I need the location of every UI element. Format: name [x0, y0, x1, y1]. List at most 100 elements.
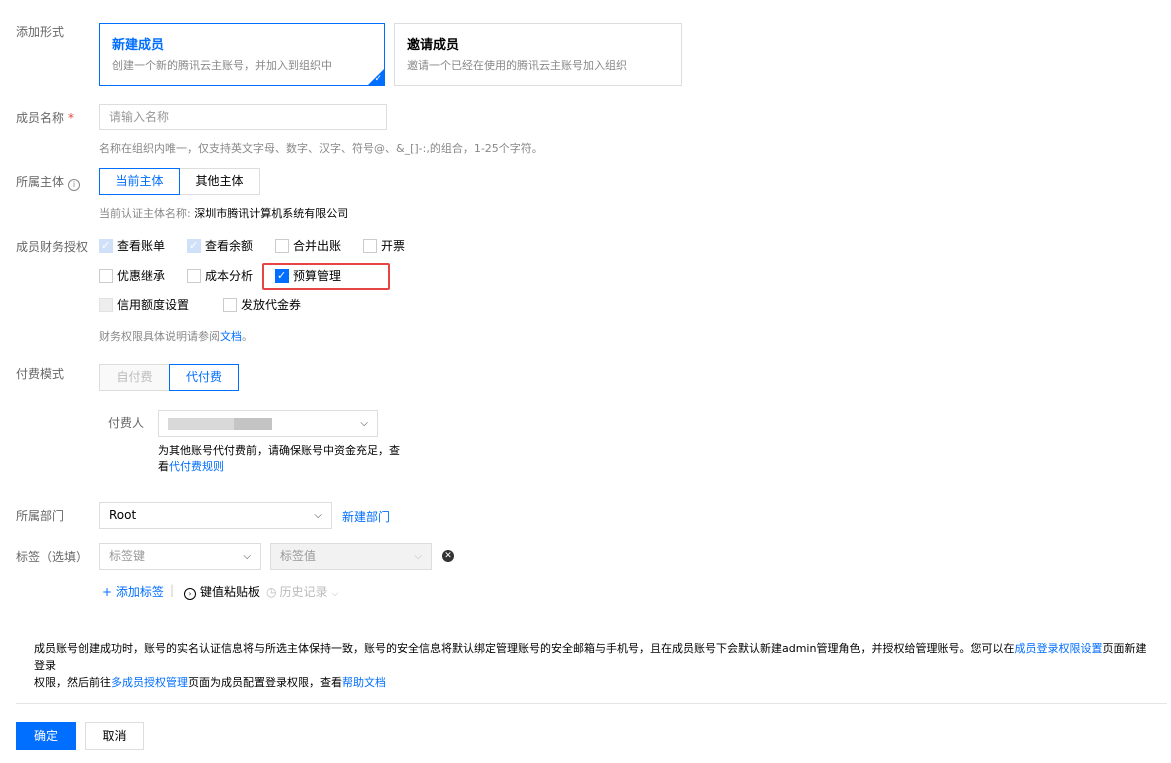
checkbox-label: 合并出账 — [293, 239, 342, 253]
check-icon: ✓ — [101, 239, 111, 252]
payer-redacted — [168, 417, 234, 430]
pay-mode-self-option: 自付费 — [99, 364, 170, 391]
finance-note: 财务权限具体说明请参阅文档。 — [99, 328, 253, 344]
checkbox-box — [99, 269, 113, 283]
chevron-down-icon: ⌵ — [243, 551, 251, 562]
payer-hint-prefix: 看 — [158, 460, 169, 473]
entity-label: 所属主体 i — [16, 174, 81, 191]
separator: | — [170, 583, 175, 597]
tags-label: 标签（选填） — [16, 550, 89, 564]
tag-value-placeholder: 标签值 — [280, 549, 317, 563]
payer-label: 付费人 — [108, 416, 145, 430]
plus-icon: + — [102, 585, 116, 599]
department-label: 所属部门 — [16, 509, 65, 523]
entity-label-text: 所属主体 — [16, 175, 65, 189]
checkbox-box — [363, 239, 377, 253]
info-icon[interactable]: i — [68, 179, 81, 191]
card-new-member-title: 新建成员 — [112, 38, 165, 53]
checkbox-label: 查看余额 — [205, 239, 254, 253]
entity-current-option[interactable]: 当前主体 — [99, 168, 180, 195]
tag-key-select[interactable]: 标签键 ⌵ — [99, 543, 261, 570]
history-icon: ◷ — [266, 585, 277, 599]
finance-note-prefix: 财务权限具体说明请参阅 — [99, 330, 220, 343]
chevron-down-icon: ⌵ — [414, 551, 422, 562]
clipboard-text: 键值粘贴板 — [200, 585, 261, 599]
tag-key-placeholder: 标签键 — [109, 549, 146, 563]
divider — [16, 703, 1167, 704]
checkbox-box: ✓ — [99, 239, 113, 253]
finance-cost-analysis-checkbox[interactable]: 成本分析 — [187, 268, 253, 284]
payer-hint-line: 看代付费规则 — [158, 459, 408, 475]
finance-voucher-checkbox[interactable]: 发放代金券 — [223, 297, 301, 313]
chevron-down-icon: ⌵ — [360, 418, 368, 429]
notice-part: 权限，然后前往 — [34, 676, 111, 689]
finance-view-balance-checkbox[interactable]: ✓ 查看余额 — [187, 238, 253, 254]
checkbox-box: ✓ — [187, 239, 201, 253]
checkbox-box — [223, 298, 237, 312]
checkbox-label: 优惠继承 — [117, 269, 166, 283]
checkbox-label: 查看账单 — [117, 239, 166, 253]
cancel-button[interactable]: 取消 — [85, 722, 144, 750]
card-new-member[interactable]: 新建成员 创建一个新的腾讯云主账号，并加入到组织中 ✓ — [99, 23, 385, 86]
multi-member-auth-link[interactable]: 多成员授权管理 — [111, 676, 188, 689]
card-new-member-desc: 创建一个新的腾讯云主账号，并加入到组织中 — [112, 59, 332, 72]
payer-redacted — [234, 417, 272, 430]
payer-select[interactable]: ⌵ — [158, 410, 378, 437]
proxy-pay-rules-link[interactable]: 代付费规则 — [169, 460, 224, 473]
entity-current-prefix: 当前认证主体名称: — [99, 207, 195, 220]
close-icon[interactable]: ✕ — [442, 550, 454, 562]
clipboard-button[interactable]: › 键值粘贴板 — [184, 583, 260, 600]
history-button: ◷ 历史记录 ⌵ — [266, 583, 338, 600]
finance-credit-limit-checkbox: 信用额度设置 — [99, 297, 189, 313]
new-department-link[interactable]: 新建部门 — [342, 508, 390, 525]
finance-merge-bill-checkbox[interactable]: 合并出账 — [275, 238, 341, 254]
checkbox-label: 预算管理 — [293, 269, 342, 283]
finance-budget-checkbox[interactable]: ✓ 预算管理 — [275, 268, 341, 284]
add-tag-link[interactable]: + 添加标签 — [102, 583, 164, 600]
clipboard-icon: › — [184, 588, 196, 600]
tag-value-select: 标签值 ⌵ — [270, 543, 432, 570]
history-text: 历史记录 — [279, 585, 328, 599]
member-name-input[interactable] — [99, 104, 387, 130]
checkbox-box — [275, 239, 289, 253]
notice-text: 成员账号创建成功时，账号的实名认证信息将与所选主体保持一致，账号的安全信息将默认… — [34, 640, 1154, 691]
payer-hint: 为其他账号代付费前，请确保账号中资金充足，查 看代付费规则 — [158, 443, 408, 475]
department-select[interactable]: Root ⌵ — [99, 502, 332, 529]
entity-current-name: 当前认证主体名称: 深圳市腾讯计算机系统有限公司 — [99, 205, 348, 221]
payer-hint-line: 为其他账号代付费前，请确保账号中资金充足，查 — [158, 444, 400, 457]
member-name-hint: 名称在组织内唯一，仅支持英文字母、数字、汉字、符号@、&_[]-:,的组合，1-… — [99, 142, 543, 155]
add-type-label: 添加形式 — [16, 25, 65, 39]
department-value: Root — [109, 508, 137, 522]
required-mark: * — [68, 111, 75, 125]
check-icon: ✓ — [189, 239, 199, 252]
entity-other-option[interactable]: 其他主体 — [179, 168, 260, 195]
checkbox-box — [99, 298, 113, 312]
card-invite-member-title: 邀请成员 — [407, 38, 460, 53]
checkbox-label: 开票 — [381, 239, 406, 253]
entity-current-value: 深圳市腾讯计算机系统有限公司 — [194, 207, 349, 220]
member-name-label: 成员名称 * — [16, 110, 74, 126]
checkbox-box — [187, 269, 201, 283]
finance-discount-inherit-checkbox[interactable]: 优惠继承 — [99, 268, 165, 284]
chevron-down-icon: ⌵ — [314, 510, 322, 521]
finance-doc-link[interactable]: 文档 — [220, 330, 242, 343]
chevron-down-icon: ⌵ — [331, 589, 339, 599]
checkbox-box: ✓ — [275, 269, 289, 283]
finance-view-bill-checkbox[interactable]: ✓ 查看账单 — [99, 238, 165, 254]
card-invite-member-desc: 邀请一个已经在使用的腾讯云主账号加入组织 — [407, 59, 627, 72]
check-icon: ✓ — [374, 74, 382, 84]
notice-part: 页面为成员配置登录权限，查看 — [188, 676, 342, 689]
help-doc-link[interactable]: 帮助文档 — [342, 676, 386, 689]
check-icon: ✓ — [277, 269, 287, 282]
checkbox-label: 信用额度设置 — [117, 298, 190, 312]
confirm-button[interactable]: 确定 — [16, 722, 76, 750]
login-permission-link[interactable]: 成员登录权限设置 — [1014, 642, 1102, 655]
finance-perm-label: 成员财务授权 — [16, 240, 89, 254]
finance-invoice-checkbox[interactable]: 开票 — [363, 238, 405, 254]
add-tag-text: 添加标签 — [115, 585, 164, 599]
notice-part: 成员账号创建成功时，账号的实名认证信息将与所选主体保持一致，账号的安全信息将默认… — [34, 642, 1015, 655]
finance-note-suffix: 。 — [242, 330, 253, 343]
member-name-label-text: 成员名称 — [16, 111, 65, 125]
pay-mode-proxy-option[interactable]: 代付费 — [169, 364, 239, 391]
card-invite-member[interactable]: 邀请成员 邀请一个已经在使用的腾讯云主账号加入组织 — [394, 23, 682, 86]
